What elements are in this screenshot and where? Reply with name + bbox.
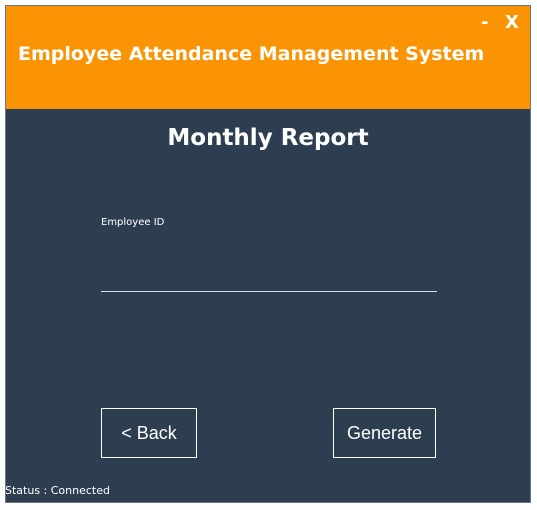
employee-id-input[interactable] bbox=[101, 248, 437, 292]
status-text: Status : Connected bbox=[5, 484, 110, 497]
title-bar: Employee Attendance Management System - … bbox=[6, 6, 530, 109]
page-title: Monthly Report bbox=[167, 125, 369, 151]
close-button[interactable]: X bbox=[505, 13, 519, 33]
back-button[interactable]: < Back bbox=[101, 408, 197, 458]
employee-id-label: Employee ID bbox=[101, 217, 165, 228]
app-window: Employee Attendance Management System - … bbox=[5, 5, 531, 503]
generate-button[interactable]: Generate bbox=[333, 408, 436, 458]
app-title: Employee Attendance Management System bbox=[18, 43, 485, 65]
minimize-button[interactable]: - bbox=[481, 13, 488, 33]
